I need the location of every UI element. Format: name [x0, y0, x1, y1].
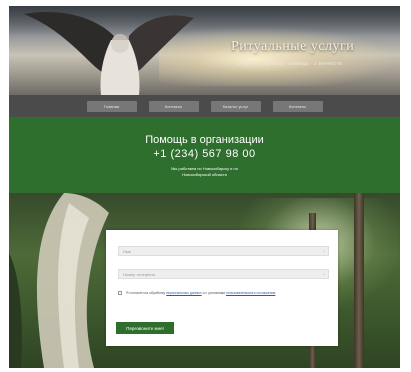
phone-input-placeholder: Номер телефона — [123, 271, 155, 277]
service-area-line-2: Новосибирской области — [182, 172, 227, 177]
nav-item-contacts-2[interactable]: Контакты — [272, 100, 323, 112]
angel-statue-image — [24, 12, 194, 95]
consent-middle: и с условиями — [202, 291, 226, 295]
page: Ритуальные услуги Скорбь · бережно · пом… — [9, 6, 400, 368]
tree-trunk — [354, 193, 364, 368]
nav-item-catalog[interactable]: Каталог услуг — [210, 100, 261, 112]
personal-data-link[interactable]: персональных данных — [166, 291, 201, 295]
consent-checkbox[interactable] — [118, 291, 122, 295]
consent-text: Я согласен на обработку персональных дан… — [126, 291, 275, 295]
asterisk-icon: * — [323, 272, 325, 277]
asterisk-icon: * — [323, 249, 325, 254]
user-agreement-link[interactable]: пользовательского соглашения — [226, 291, 275, 295]
callback-button[interactable]: Перезвоните мне! — [116, 322, 174, 334]
main-nav: Главная Контакты Каталог услуг Контакты — [9, 95, 400, 117]
name-input-placeholder: Имя — [123, 248, 131, 254]
phone-number[interactable]: +1 (234) 567 98 00 — [9, 148, 400, 160]
site-subtitle: Скорбь · бережно · помощь · о вечности — [237, 61, 343, 67]
help-section: Помощь в организации +1 (234) 567 98 00 … — [9, 117, 400, 193]
phone-input[interactable]: Номер телефона * — [118, 269, 329, 279]
name-input[interactable]: Имя * — [118, 246, 329, 256]
consent-prefix: Я согласен на обработку — [126, 291, 166, 295]
nav-item-contacts[interactable]: Контакты — [148, 100, 199, 112]
consent-row: Я согласен на обработку персональных дан… — [118, 291, 333, 295]
help-title: Помощь в организации — [145, 134, 264, 146]
callback-form: Имя * Номер телефона * Я согласен на обр… — [106, 230, 338, 346]
service-area-text: Мы работаем по Новосибирску и по Новосиб… — [9, 166, 400, 178]
site-title: Ритуальные услуги — [231, 39, 355, 54]
header-banner: Ритуальные услуги Скорбь · бережно · пом… — [9, 6, 400, 95]
nav-item-home[interactable]: Главная — [86, 100, 137, 112]
